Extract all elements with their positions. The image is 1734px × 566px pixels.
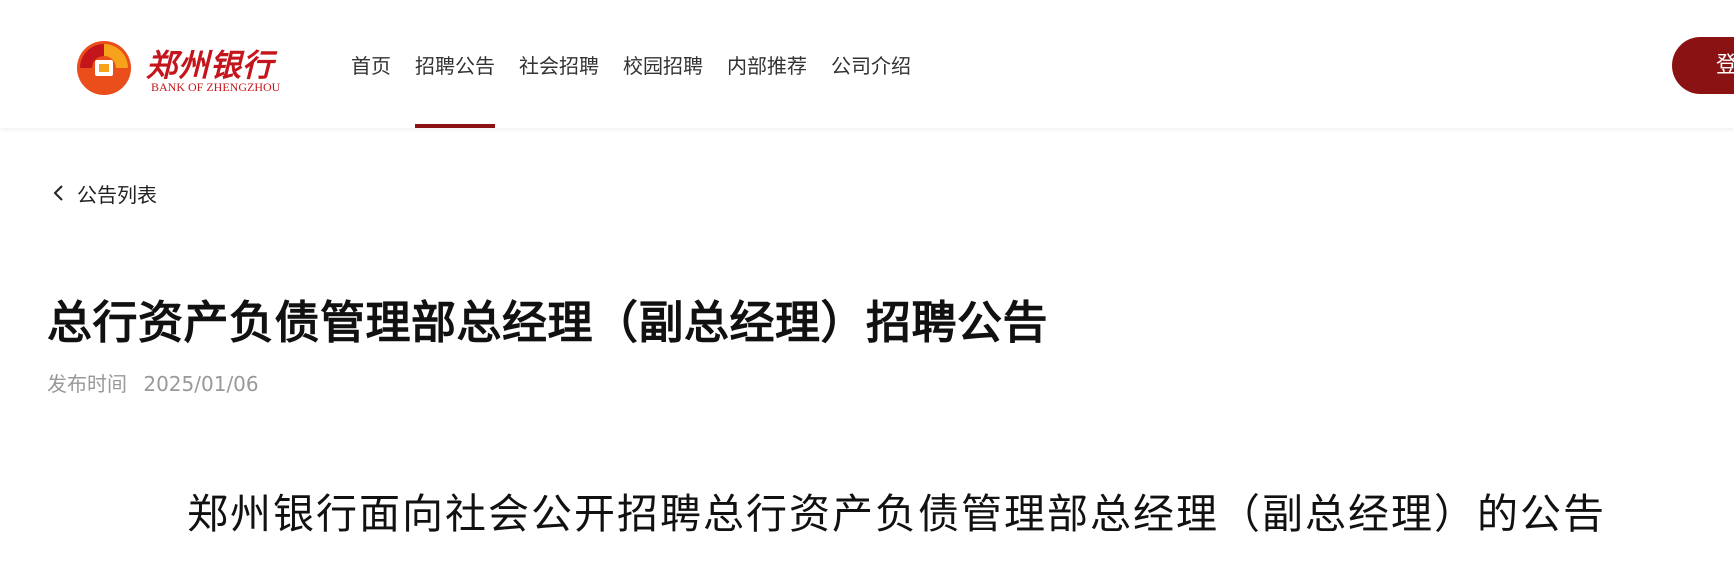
back-to-list-link[interactable]: 公告列表 [49,178,157,208]
article-content-heading: 郑州银行面向社会公开招聘总行资产负债管理部总经理（副总经理）的公告 [187,490,1606,538]
main-nav: 首页 招聘公告 社会招聘 校园招聘 内部推荐 公司介绍 [351,0,935,128]
page-title: 总行资产负债管理部总经理（副总经理）招聘公告 [47,296,1049,349]
nav-item-social-recruitment[interactable]: 社会招聘 [519,0,599,128]
bank-logo[interactable]: 郑州银行 BANK OF ZHENGZHOU [76,40,306,96]
back-link-label: 公告列表 [77,182,157,207]
login-button[interactable]: 登 [1672,37,1734,94]
nav-item-home[interactable]: 首页 [351,0,391,128]
nav-item-campus-recruitment[interactable]: 校园招聘 [623,0,703,128]
publish-date: 2025/01/06 [143,372,259,396]
site-header: 郑州银行 BANK OF ZHENGZHOU 首页 招聘公告 社会招聘 校园招聘… [0,0,1734,128]
nav-item-company-intro[interactable]: 公司介绍 [831,0,911,128]
bank-name-en: BANK OF ZHENGZHOU [151,80,281,94]
publish-meta: 发布时间 2025/01/06 [47,368,259,397]
bank-name-cn: 郑州银行 [146,48,274,84]
publish-label: 发布时间 [47,372,127,396]
nav-item-internal-referral[interactable]: 内部推荐 [727,0,807,128]
nav-item-announcements[interactable]: 招聘公告 [415,0,495,128]
bank-logo-icon [77,41,131,95]
chevron-left-icon [53,185,63,201]
